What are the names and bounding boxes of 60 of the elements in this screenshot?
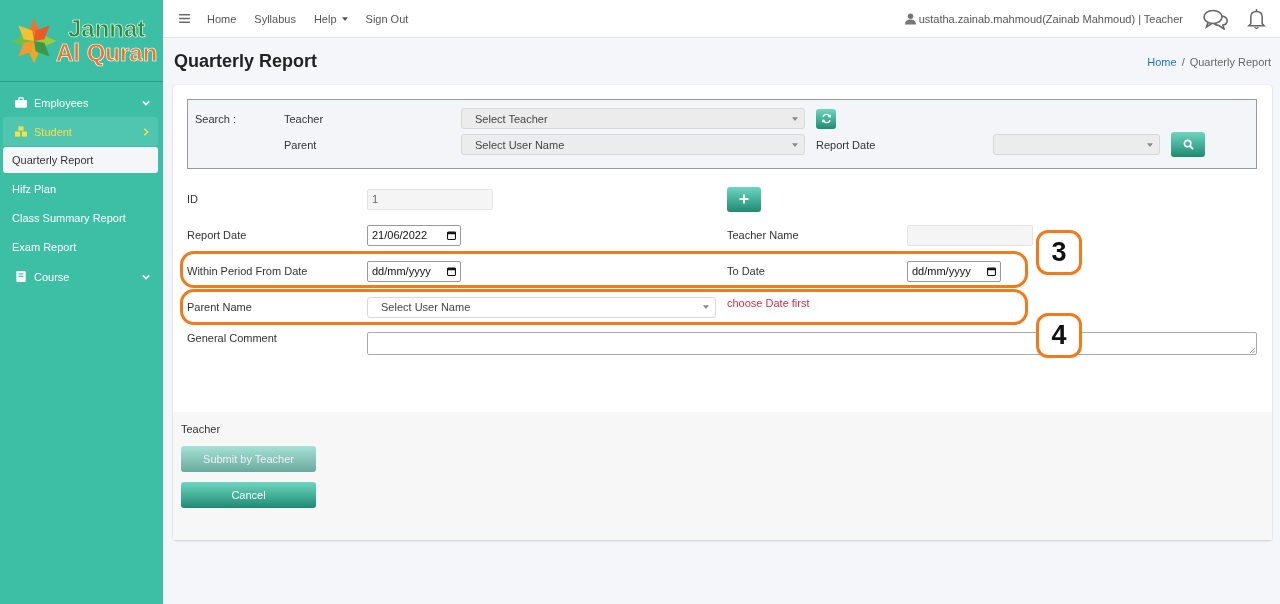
logo-text: Al Quran <box>56 40 158 65</box>
refresh-icon <box>820 113 832 124</box>
calendar-icon <box>447 230 456 240</box>
annotation-badge: 3 <box>1036 230 1082 275</box>
caret-icon <box>792 116 798 121</box>
field-label: General Comment <box>187 332 278 344</box>
current-page-text: Quarterly Report <box>1189 55 1271 68</box>
sidebar-subitem[interactable]: Quarterly Report <box>3 147 158 173</box>
book-icon <box>15 271 27 282</box>
nav-link[interactable]: Syllabus <box>245 12 305 25</box>
nav-link[interactable]: Home <box>198 12 246 25</box>
menu-icon[interactable] <box>179 14 190 23</box>
id-field[interactable]: 1 <box>367 188 493 210</box>
field-label: Parent <box>284 138 318 151</box>
resize-handle-icon <box>1249 347 1255 353</box>
refresh-button[interactable] <box>816 108 836 129</box>
search-label: Search : <box>195 112 237 125</box>
calendar-icon <box>447 266 456 276</box>
calendar-icon <box>987 266 996 276</box>
field-label: Parent Name <box>187 301 253 313</box>
boxes-icon <box>15 126 27 137</box>
annotation-badge: 4 <box>1036 313 1082 358</box>
add-button[interactable] <box>727 186 761 212</box>
caret-icon <box>341 16 348 21</box>
date-field[interactable]: 21/06/2022 <box>367 224 461 246</box>
briefcase-icon <box>15 97 27 108</box>
breadcrumb-separator: / <box>1181 55 1185 68</box>
field-label: Report Date <box>816 138 877 151</box>
caret-icon <box>792 142 798 147</box>
caret-icon <box>703 305 709 309</box>
chat-icon[interactable] <box>1203 7 1229 30</box>
date-field[interactable]: dd/mm/yyyy <box>907 260 1001 282</box>
nav-link[interactable]: Sign Out <box>356 12 418 25</box>
caret-icon <box>1147 142 1153 147</box>
parent-select[interactable]: Select User Name <box>461 134 805 155</box>
field-label: Teacher Name <box>727 229 800 241</box>
teacher-name-field[interactable] <box>907 224 1033 246</box>
field-label: Within Period From Date <box>187 265 309 277</box>
section-label: Teacher <box>181 423 221 435</box>
user-icon <box>904 12 916 25</box>
breadcrumb-link[interactable]: Home <box>1147 55 1177 68</box>
chevron-icon <box>142 98 150 107</box>
field-label: Teacher <box>284 112 325 125</box>
chevron-icon <box>142 272 150 281</box>
page-title: Quarterly Report <box>174 51 319 72</box>
parent-name-select[interactable]: Select User Name <box>367 296 716 318</box>
teacher-select[interactable]: Select Teacher <box>461 108 805 129</box>
logo-text: Jannat <box>67 16 147 41</box>
search-icon <box>1182 139 1194 150</box>
error-message: choose Date first <box>727 296 811 309</box>
date-field[interactable]: dd/mm/yyyy <box>367 260 461 282</box>
user-name[interactable]: ustatha.zainab.mahmoud(Zainab Mahmoud) | Teacher <box>918 12 1183 25</box>
nav-link[interactable]: Help <box>304 12 357 25</box>
bell-icon[interactable] <box>1247 7 1266 30</box>
chevron-icon <box>142 127 150 136</box>
field-label: ID <box>187 193 199 205</box>
field-label: Report Date <box>187 229 248 241</box>
field-label: To Date <box>727 265 766 277</box>
plus-icon <box>739 194 749 204</box>
search-button[interactable] <box>1171 132 1205 157</box>
